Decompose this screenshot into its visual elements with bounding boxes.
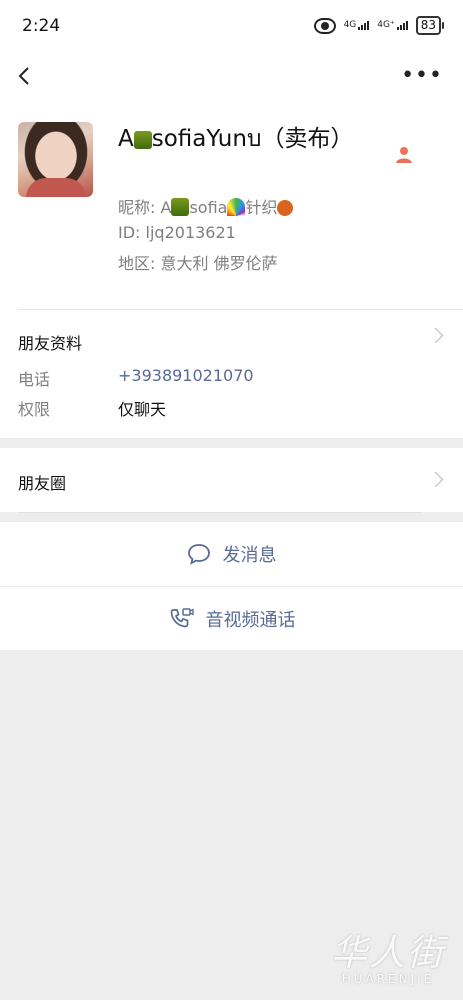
divider <box>18 512 422 513</box>
wechat-id-value: ljq2013621 <box>145 223 236 242</box>
permission-value: 仅聊天 <box>118 400 167 419</box>
signal-2-icon: 4G⁺ <box>377 21 408 30</box>
status-icons: 4G 4G⁺ 83 <box>313 16 445 35</box>
yarn-ball-emoji-icon <box>277 200 294 216</box>
phone-label: 电话 <box>18 370 51 389</box>
chevron-right-icon <box>427 327 444 344</box>
moments-title: 朋友圈 <box>18 474 67 493</box>
ellipsis-icon[interactable]: ••• <box>401 65 443 87</box>
dragon-emoji-icon <box>133 131 152 149</box>
video-call-button[interactable]: 音视频通话 <box>0 587 463 651</box>
phone-video-icon <box>170 608 194 628</box>
site-watermark: 华人街 HUARENJIE <box>330 933 445 986</box>
avatar[interactable] <box>18 122 93 197</box>
friend-info-title: 朋友资料 <box>18 334 83 353</box>
status-time: 2:24 <box>22 16 61 36</box>
chat-bubble-icon <box>187 544 210 565</box>
region-value: 意大利 佛罗伦萨 <box>160 254 278 273</box>
video-call-label: 音视频通话 <box>205 610 296 631</box>
permission-label: 权限 <box>18 400 51 419</box>
moments-row[interactable]: 朋友圈 <box>0 448 463 512</box>
dragon-emoji-icon <box>171 198 190 216</box>
rainbow-emoji-icon <box>227 198 246 216</box>
send-message-button[interactable]: 发消息 <box>0 522 463 586</box>
display-name: AsofiaYunบ（卖布） <box>118 126 354 152</box>
profile-card: AsofiaYunบ（卖布） 昵称: Asofia 针织 ID: ljq20136… <box>0 102 463 310</box>
friend-info-section[interactable]: 朋友资料 电话 +393891021070 权限 仅聊天 <box>0 310 463 438</box>
signal-1-icon: 4G <box>344 21 370 30</box>
chevron-left-icon[interactable] <box>16 66 36 86</box>
battery-indicator: 83 <box>415 16 445 35</box>
chevron-right-icon <box>427 471 444 488</box>
wechat-id-line: ID: ljq2013621 <box>118 223 236 242</box>
region-line: 地区: 意大利 佛罗伦萨 <box>118 254 278 273</box>
send-message-label: 发消息 <box>222 545 277 566</box>
person-icon[interactable] <box>395 146 413 164</box>
phone-number-link[interactable]: +393891021070 <box>118 366 254 385</box>
nickname-line: 昵称: Asofia 针织 <box>118 194 294 218</box>
eye-icon <box>313 17 336 34</box>
top-nav: ••• <box>0 52 463 102</box>
action-section: 发消息 音视频通话 <box>0 522 463 650</box>
status-bar: 2:24 4G 4G⁺ 83 <box>0 0 463 52</box>
